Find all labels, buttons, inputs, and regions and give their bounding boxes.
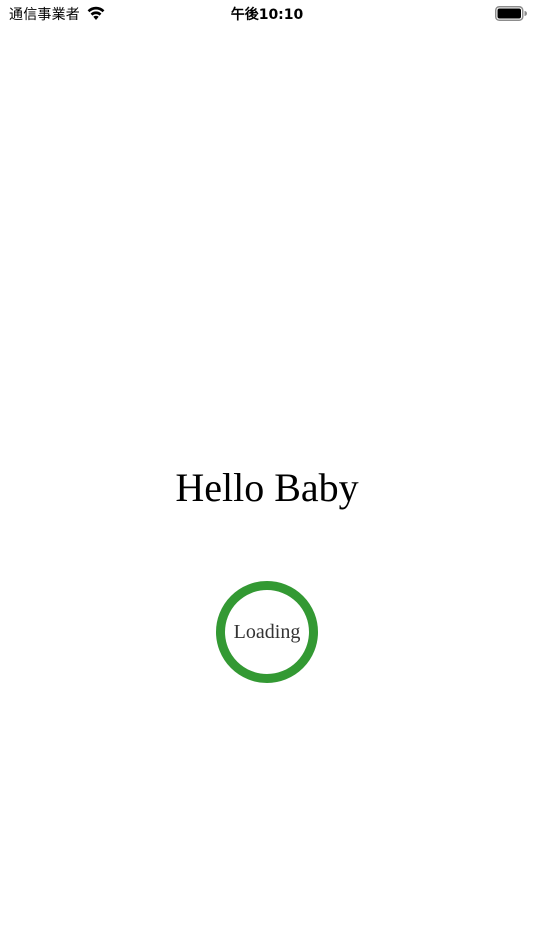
status-bar: 通信事業者 午後10:10 (0, 0, 534, 28)
app-screen: 通信事業者 午後10:10 Hello Baby Loading (0, 0, 534, 950)
loading-indicator: Loading (215, 580, 319, 684)
status-time: 午後10:10 (230, 7, 304, 23)
loading-label: Loading (233, 621, 301, 643)
battery-icon (495, 6, 527, 21)
greeting-title: Hello Baby (175, 465, 359, 510)
